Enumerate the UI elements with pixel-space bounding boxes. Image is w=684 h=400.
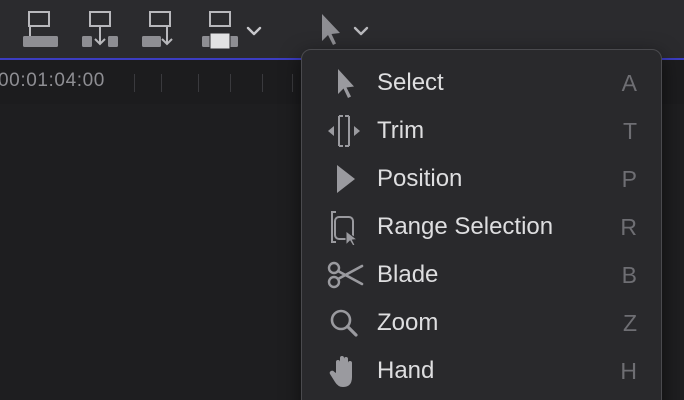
- tool-menu: Select A Trim T Position P Range Selecti…: [301, 49, 662, 400]
- menu-item-label: Blade: [377, 261, 439, 288]
- chevron-down-icon: [246, 26, 262, 36]
- arrow-cursor-icon: [324, 65, 364, 101]
- shortcut-key: H: [620, 358, 637, 384]
- trim-icon: [324, 113, 364, 149]
- connect-clip-icon: [23, 11, 58, 47]
- insert-clip-button[interactable]: [80, 8, 120, 52]
- edit-mode-dropdown[interactable]: [244, 8, 264, 52]
- menu-item-position[interactable]: Position P: [302, 156, 661, 202]
- menu-item-label: Hand: [377, 357, 435, 384]
- select-tool-icon: [322, 14, 369, 45]
- ruler-tick: [134, 74, 135, 92]
- overwrite-clip-button[interactable]: [200, 8, 240, 52]
- menu-item-trim[interactable]: Trim T: [302, 108, 661, 154]
- ruler-tick: [230, 74, 231, 92]
- menu-item-label: Range Selection: [377, 213, 554, 240]
- ruler-tick: [161, 74, 162, 92]
- position-icon: [324, 161, 364, 197]
- menu-item-label: Select: [377, 69, 444, 96]
- menu-item-range-selection[interactable]: Range Selection R: [302, 204, 661, 250]
- magnifier-icon: [324, 305, 364, 341]
- shortcut-key: T: [622, 118, 637, 144]
- ruler-tick: [262, 74, 263, 92]
- ruler-tick: [292, 74, 293, 92]
- menu-item-label: Trim: [377, 117, 425, 144]
- insert-clip-icon: [82, 11, 118, 47]
- shortcut-key: P: [621, 166, 637, 192]
- menu-item-select[interactable]: Select A: [302, 60, 661, 106]
- ruler-timecode: 00:01:04:00: [0, 70, 105, 91]
- shortcut-key: Z: [622, 310, 637, 336]
- menu-item-label: Zoom: [377, 309, 439, 336]
- shortcut-key: R: [620, 214, 637, 240]
- app-window: 00:01:04:00 Select A Trim T Position P R…: [0, 0, 684, 400]
- menu-item-hand[interactable]: Hand H: [302, 348, 661, 394]
- menu-item-blade[interactable]: Blade B: [302, 252, 661, 298]
- connect-clip-button[interactable]: [20, 8, 60, 52]
- overwrite-clip-icon: [202, 11, 238, 50]
- menu-item-label: Position: [377, 165, 463, 192]
- shortcut-key: B: [621, 262, 637, 288]
- shortcut-key: A: [621, 70, 637, 96]
- hand-icon: [324, 353, 364, 389]
- append-clip-icon: [142, 11, 173, 47]
- tool-selector-button[interactable]: [312, 8, 372, 52]
- ruler-tick: [198, 74, 199, 92]
- range-selection-icon: [324, 209, 364, 245]
- append-clip-button[interactable]: [140, 8, 180, 52]
- scissors-icon: [324, 257, 364, 293]
- menu-item-zoom[interactable]: Zoom Z: [302, 300, 661, 346]
